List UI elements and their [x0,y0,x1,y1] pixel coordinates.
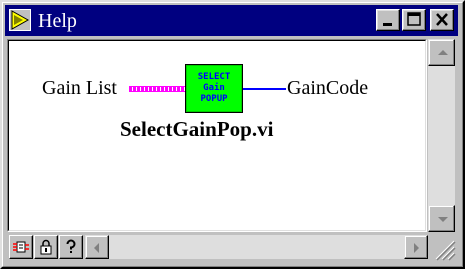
window-title: Help [38,10,77,32]
input-terminal-label: Gain List [42,77,117,99]
help-toolbar [7,233,428,261]
vi-icon-line: Gain [203,83,225,93]
output-terminal-label: GainCode [287,77,369,99]
maximize-button[interactable] [402,9,426,31]
close-icon [436,13,448,26]
question-icon [66,239,76,253]
vi-icon: SELECT Gain POPUP [185,64,243,113]
arrow-left-icon [94,243,99,253]
arrow-up-icon [438,50,448,55]
scroll-right-button[interactable] [404,235,428,259]
labview-arrow-icon[interactable] [9,9,31,31]
vi-icon-line: SELECT [197,72,231,82]
horizontal-scrollbar[interactable] [85,235,428,259]
arrow-down-icon [438,217,448,222]
maximize-icon [407,12,421,26]
title-bar[interactable]: Help [5,5,458,36]
lock-icon [40,239,52,255]
lock-button[interactable] [34,235,58,259]
arrow-right-icon [414,243,419,253]
simple-complex-diagram-button[interactable] [9,235,33,259]
scroll-up-button[interactable] [428,39,455,66]
help-content-area: Gain List SELECT Gain POPUP GainCode Sel… [7,39,427,232]
minimize-icon [383,23,392,26]
diagram-view-icon [13,241,29,253]
vertical-scrollbar[interactable] [428,39,455,232]
help-window: Help Gain List SELECT Gain POPUP GainCod… [0,0,465,269]
scroll-down-button[interactable] [428,205,455,232]
output-wire [243,88,286,90]
vi-icon-line: POPUP [200,94,228,104]
minimize-button[interactable] [376,9,400,31]
resize-grip-icon[interactable] [430,235,456,261]
vi-name: SelectGainPop.vi [120,117,274,141]
online-help-button[interactable] [59,235,83,259]
close-button[interactable] [430,9,454,31]
input-wire [129,86,185,92]
scroll-left-button[interactable] [85,235,109,259]
